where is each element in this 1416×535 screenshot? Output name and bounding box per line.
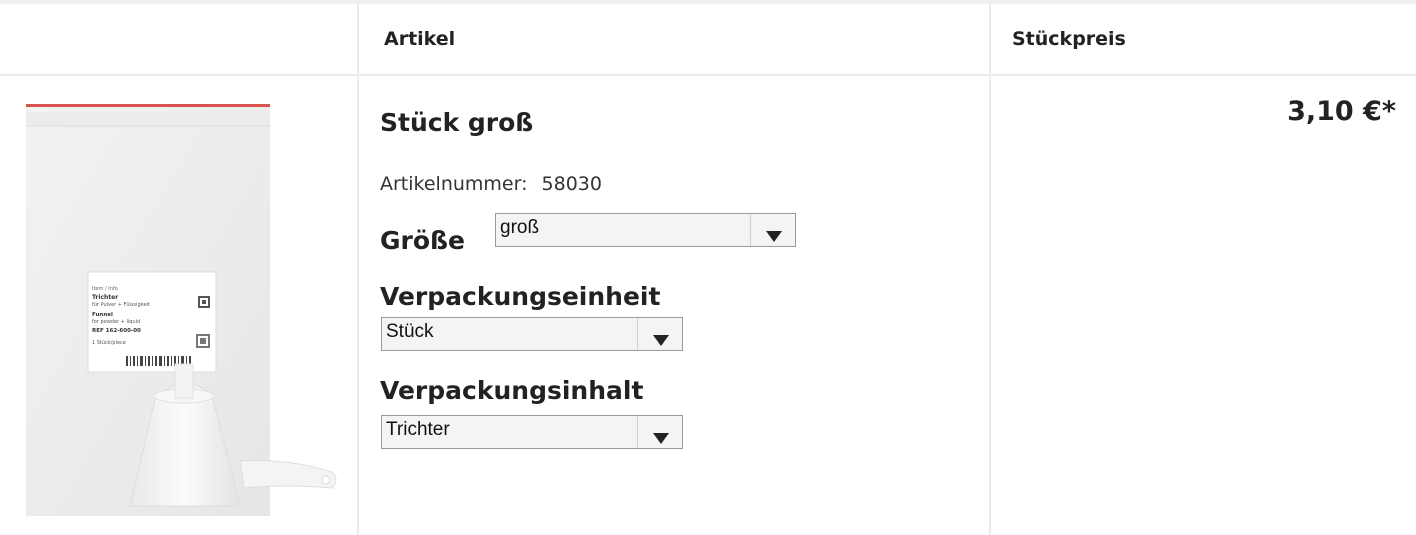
column-header-article: Artikel bbox=[384, 28, 456, 50]
image-label-line: für Pulver + Flüssigkeit bbox=[92, 302, 150, 308]
column-divider bbox=[357, 4, 359, 535]
packaging-content-select[interactable]: Trichter bbox=[381, 415, 683, 449]
size-label: Größe bbox=[380, 226, 465, 255]
image-label-line: Funnel bbox=[92, 312, 113, 318]
column-divider bbox=[989, 4, 991, 535]
article-number: Artikelnummer: 58030 bbox=[380, 173, 602, 195]
packaging-content-label: Verpackungsinhalt bbox=[380, 376, 644, 405]
column-header-unit-price: Stückpreis bbox=[1012, 28, 1126, 50]
chevron-down-icon[interactable] bbox=[750, 214, 795, 246]
image-label-line: REF 162-600-00 bbox=[92, 328, 141, 334]
size-select[interactable]: groß bbox=[495, 213, 796, 247]
article-number-value: 58030 bbox=[541, 173, 602, 195]
chevron-down-icon[interactable] bbox=[637, 416, 682, 448]
packaging-unit-label: Verpackungseinheit bbox=[380, 282, 661, 311]
header-divider bbox=[0, 74, 1416, 76]
image-label-line: for powder + liquid bbox=[92, 319, 140, 325]
size-select-value: groß bbox=[500, 217, 540, 238]
image-label-line: Trichter bbox=[92, 294, 118, 301]
product-image[interactable]: Item / Info Trichter für Pulver + Flüssi… bbox=[18, 96, 348, 516]
packaging-unit-select[interactable]: Stück bbox=[381, 317, 683, 351]
svg-text:Item / Info: Item / Info bbox=[92, 286, 118, 292]
product-title[interactable]: Stück groß bbox=[380, 108, 533, 137]
unit-price: 3,10 €* bbox=[1287, 96, 1396, 127]
packaging-unit-select-value: Stück bbox=[386, 321, 434, 342]
packaging-content-select-value: Trichter bbox=[386, 419, 450, 440]
table-top-border bbox=[0, 0, 1416, 4]
article-number-label: Artikelnummer: bbox=[380, 173, 528, 195]
chevron-down-icon[interactable] bbox=[637, 318, 682, 350]
image-label-line: 1 Stück/piece bbox=[92, 340, 126, 346]
